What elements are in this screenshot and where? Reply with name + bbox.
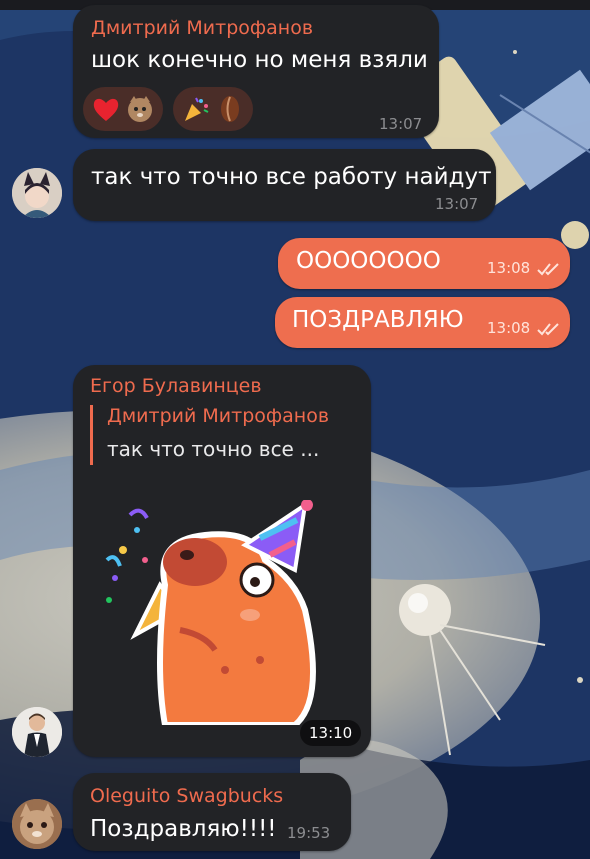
message-time: 13:08 (487, 259, 531, 277)
outgoing-message-bubble[interactable]: ОООООООО 13:08 (278, 238, 570, 289)
message-text: Поздравляю!!!! (90, 816, 277, 842)
fox-girl-avatar[interactable] (12, 168, 62, 218)
cat-face-icon (128, 96, 152, 122)
message-time: 13:08 (487, 319, 531, 337)
message-text: так что точно все работу найдут (91, 164, 492, 190)
message-time: 13:07 (379, 115, 423, 133)
reply-sender-name: Дмитрий Митрофанов (107, 405, 330, 427)
sender-name[interactable]: Oleguito Swagbucks (90, 785, 283, 807)
reply-quote[interactable]: Дмитрий Митрофанов так что точно все ... (90, 405, 363, 465)
message-time: 19:53 (287, 824, 331, 842)
message-text: ОООООООО (296, 248, 441, 274)
reactions (83, 87, 253, 131)
message-bubble[interactable]: так что точно все работу найдут 13:07 (73, 149, 496, 221)
cat-avatar[interactable] (12, 799, 62, 849)
reaction-pill[interactable] (173, 87, 253, 131)
read-checkmarks-icon (537, 323, 559, 336)
man-suit-avatar[interactable] (12, 707, 62, 757)
outgoing-message-bubble[interactable]: ПОЗДРАВЛЯЮ 13:08 (275, 297, 570, 348)
message-text: ПОЗДРАВЛЯЮ (292, 307, 464, 333)
message-bubble[interactable]: Егор Булавинцев Дмитрий Митрофанов так ч… (73, 365, 371, 757)
message-bubble[interactable]: Дмитрий Митрофанов шок конечно но меня в… (73, 5, 439, 138)
capybara-party-sticker[interactable] (95, 500, 360, 725)
message-text: шок конечно но меня взяли (91, 47, 428, 73)
party-popper-icon (185, 97, 209, 121)
sender-name[interactable]: Дмитрий Митрофанов (91, 17, 313, 39)
heart-icon (93, 98, 119, 121)
sender-name[interactable]: Егор Булавинцев (90, 375, 262, 397)
reaction-pill[interactable] (83, 87, 163, 131)
sticker-time: 13:10 (300, 720, 362, 746)
bean-icon (221, 96, 239, 122)
reply-text: так что точно все ... (107, 437, 320, 461)
message-time: 13:07 (435, 195, 479, 213)
read-checkmarks-icon (537, 263, 559, 276)
message-bubble[interactable]: Oleguito Swagbucks Поздравляю!!!! 19:53 (73, 773, 351, 851)
